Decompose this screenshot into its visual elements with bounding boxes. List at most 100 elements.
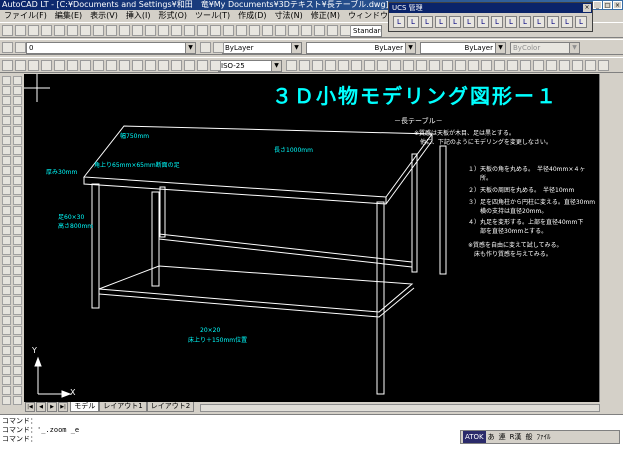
dimstyle-combo[interactable]: ISO-25 ▼ (218, 60, 282, 72)
toolbar-icon[interactable] (416, 60, 427, 71)
draw-tool-icon[interactable] (2, 276, 11, 285)
draw-tool-icon[interactable] (2, 266, 11, 275)
toolbar-icon[interactable] (158, 60, 169, 71)
draw-tool-icon[interactable] (13, 286, 22, 295)
toolbar-icon[interactable] (223, 25, 234, 36)
toolbar-icon[interactable] (158, 25, 169, 36)
ucs-tool-icon[interactable]: L (561, 16, 573, 28)
toolbar-icon[interactable] (559, 60, 570, 71)
ucs-tool-icon[interactable]: L (463, 16, 475, 28)
ime-mode[interactable]: 般 (526, 433, 533, 441)
toolbar-icon[interactable] (249, 25, 260, 36)
maximize-button[interactable]: □ (603, 1, 612, 9)
toolbar-icon[interactable] (184, 25, 195, 36)
ucs-tool-icon[interactable]: L (435, 16, 447, 28)
draw-tool-icon[interactable] (13, 336, 22, 345)
horizontal-scrollbar[interactable] (200, 404, 600, 412)
draw-tool-icon[interactable] (2, 226, 11, 235)
toolbar-icon[interactable] (429, 60, 440, 71)
toolbar-icon[interactable] (106, 60, 117, 71)
toolbar-icon[interactable] (390, 60, 401, 71)
ucs-tool-icon[interactable]: L (421, 16, 433, 28)
draw-tool-icon[interactable] (13, 136, 22, 145)
draw-tool-icon[interactable] (2, 176, 11, 185)
toolbar-icon[interactable] (200, 42, 211, 53)
ime-indicator[interactable]: ATOK (463, 431, 486, 443)
draw-tool-icon[interactable] (13, 166, 22, 175)
menu-item[interactable]: 表示(V) (86, 10, 122, 22)
toolbar-icon[interactable] (327, 25, 338, 36)
toolbar-icon[interactable] (80, 60, 91, 71)
menu-item[interactable]: ファイル(F) (0, 10, 51, 22)
draw-tool-icon[interactable] (13, 96, 22, 105)
minimize-button[interactable]: _ (593, 1, 602, 9)
draw-tool-icon[interactable] (13, 186, 22, 195)
toolbar-icon[interactable] (171, 25, 182, 36)
tab-layout2[interactable]: レイアウト2 (146, 402, 195, 412)
toolbar-icon[interactable] (286, 60, 297, 71)
text-style-combo[interactable]: Standard (350, 25, 382, 37)
draw-tool-icon[interactable] (2, 326, 11, 335)
lineweight-combo[interactable]: ByLayer ▼ (420, 42, 506, 54)
draw-tool-icon[interactable] (13, 106, 22, 115)
toolbar-icon[interactable] (171, 60, 182, 71)
toolbar-icon[interactable] (403, 60, 414, 71)
draw-tool-icon[interactable] (2, 206, 11, 215)
draw-tool-icon[interactable] (13, 356, 22, 365)
draw-tool-icon[interactable] (2, 296, 11, 305)
toolbar-icon[interactable] (54, 25, 65, 36)
ucs-tool-icon[interactable]: L (477, 16, 489, 28)
draw-tool-icon[interactable] (2, 116, 11, 125)
ime-mode[interactable]: あ (488, 433, 495, 441)
draw-tool-icon[interactable] (2, 106, 11, 115)
draw-tool-icon[interactable] (2, 396, 11, 405)
toolbar-icon[interactable] (468, 60, 479, 71)
draw-tool-icon[interactable] (13, 246, 22, 255)
menu-item[interactable]: 修正(M) (307, 10, 344, 22)
toolbar-icon[interactable] (80, 25, 91, 36)
ucs-tool-icon[interactable]: L (491, 16, 503, 28)
toolbar-icon[interactable] (184, 60, 195, 71)
draw-tool-icon[interactable] (2, 136, 11, 145)
close-button[interactable]: × (613, 1, 622, 9)
toolbar-icon[interactable] (132, 25, 143, 36)
draw-tool-icon[interactable] (13, 316, 22, 325)
ucs-tool-icon[interactable]: L (449, 16, 461, 28)
draw-tool-icon[interactable] (2, 76, 11, 85)
draw-tool-icon[interactable] (13, 326, 22, 335)
draw-tool-icon[interactable] (2, 196, 11, 205)
draw-tool-icon[interactable] (2, 366, 11, 375)
tab-model[interactable]: モデル (70, 402, 100, 412)
prev-tab-icon[interactable]: ◀ (36, 402, 46, 412)
color-combo[interactable]: ByLayer ▼ (222, 42, 302, 54)
vertical-scrollbar[interactable] (599, 74, 609, 402)
toolbar-icon[interactable] (119, 25, 130, 36)
draw-tool-icon[interactable] (13, 366, 22, 375)
ucs-tool-icon[interactable]: L (505, 16, 517, 28)
toolbar-icon[interactable] (28, 25, 39, 36)
draw-tool-icon[interactable] (13, 76, 22, 85)
toolbar-icon[interactable] (67, 60, 78, 71)
ime-mode[interactable]: 連 (499, 433, 506, 441)
toolbar-icon[interactable] (312, 60, 323, 71)
toolbar-icon[interactable] (197, 25, 208, 36)
next-tab-icon[interactable]: ▶ (47, 402, 57, 412)
toolbar-icon[interactable] (41, 25, 52, 36)
ucs-tool-icon[interactable]: L (533, 16, 545, 28)
draw-tool-icon[interactable] (2, 96, 11, 105)
draw-tool-icon[interactable] (2, 156, 11, 165)
draw-tool-icon[interactable] (13, 146, 22, 155)
toolbar-icon[interactable] (54, 60, 65, 71)
toolbar-icon[interactable] (28, 60, 39, 71)
draw-tool-icon[interactable] (2, 346, 11, 355)
toolbar-icon[interactable] (572, 60, 583, 71)
toolbar-icon[interactable] (275, 25, 286, 36)
draw-tool-icon[interactable] (2, 166, 11, 175)
draw-tool-icon[interactable] (2, 306, 11, 315)
draw-tool-icon[interactable] (13, 376, 22, 385)
toolbar-icon[interactable] (67, 25, 78, 36)
draw-tool-icon[interactable] (13, 196, 22, 205)
draw-tool-icon[interactable] (13, 266, 22, 275)
draw-tool-icon[interactable] (13, 216, 22, 225)
command-prompt[interactable]: コマンド： (2, 435, 37, 444)
